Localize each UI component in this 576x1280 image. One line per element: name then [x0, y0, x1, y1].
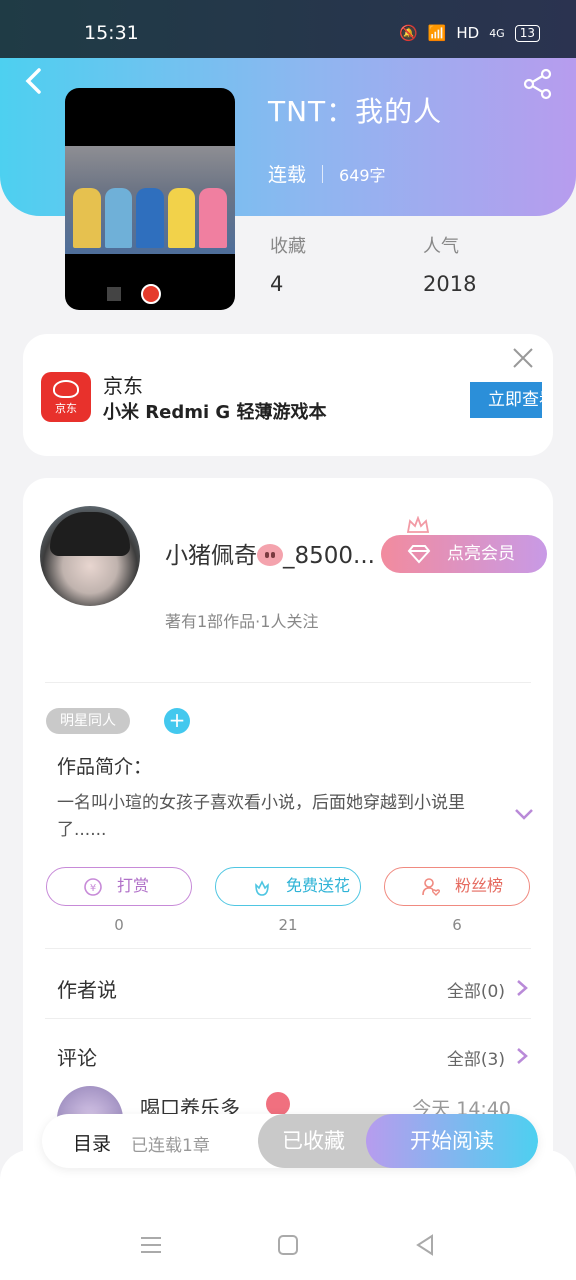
status-icons: 🔕 📶 HD 4G 13	[399, 24, 540, 42]
ad-card[interactable]: 京东 京东 小米 Redmi G 轻薄游戏本 立即查看	[23, 334, 553, 456]
favorites-label: 收藏	[270, 236, 306, 257]
system-nav-bar	[0, 1214, 576, 1280]
cover-figures	[73, 188, 227, 248]
author-says-row[interactable]: 作者说 全部(0)	[57, 974, 529, 1004]
network-type: HD	[456, 24, 480, 42]
close-icon[interactable]	[511, 346, 535, 370]
fan-user-icon	[422, 878, 441, 896]
home-icon[interactable]	[278, 1235, 298, 1255]
menu-icon[interactable]	[141, 1236, 161, 1254]
fans-count: 6	[452, 916, 462, 934]
author-avatar[interactable]	[40, 506, 140, 606]
send-flower-label: 免费送花	[286, 876, 351, 895]
divider	[45, 682, 531, 683]
ad-description: 小米 Redmi G 轻薄游戏本	[103, 402, 327, 423]
fans-ranking-label: 粉丝榜	[455, 876, 504, 895]
vip-button-label: 点亮会员	[447, 544, 515, 564]
cover-gallery-icon	[107, 287, 121, 301]
flower-count: 21	[278, 916, 298, 934]
reward-button[interactable]: ¥ 打赏	[46, 867, 192, 906]
vip-button[interactable]: 点亮会员	[381, 535, 547, 573]
crown-icon	[406, 516, 430, 533]
status-divider	[322, 164, 324, 183]
author-says-all[interactable]: 全部(0)	[447, 977, 505, 1002]
status-bar: 15:31 🔕 📶 HD 4G 13	[0, 0, 576, 60]
back-icon[interactable]	[20, 66, 50, 96]
book-status: 连载	[268, 164, 307, 186]
wifi-icon: 📶	[427, 24, 447, 42]
jd-logo: 京东	[41, 372, 91, 422]
start-reading-button[interactable]: 开始阅读	[366, 1114, 538, 1168]
send-flower-button[interactable]: 免费送花	[215, 867, 361, 906]
fans-ranking-button[interactable]: 粉丝榜	[384, 867, 530, 906]
book-cover[interactable]	[65, 88, 235, 310]
author-meta: 著有1部作品·1人关注	[165, 612, 319, 631]
reward-label: 打赏	[117, 876, 150, 895]
add-tag-button[interactable]: +	[164, 708, 190, 734]
divider	[45, 948, 531, 949]
favorites-stat: 收藏 4	[270, 232, 306, 296]
pig-nose-icon	[257, 544, 283, 566]
intro-title: 作品简介：	[57, 756, 153, 778]
avatar-hat	[50, 512, 130, 556]
popularity-value: 2018	[423, 272, 477, 296]
popularity-label: 人气	[423, 236, 459, 257]
author-name-text: 小猪佩奇	[165, 543, 257, 569]
jd-logo-text: 京东	[55, 402, 77, 415]
vip-badge-icon	[266, 1092, 290, 1116]
intro-text: 一名叫小瑄的女孩子喜欢看小说，后面她穿越到小说里了......	[57, 793, 465, 840]
word-count: 649字	[339, 165, 386, 185]
jd-dog-icon	[53, 380, 79, 398]
popularity-stat: 人气 2018	[423, 232, 476, 296]
signal-type: 4G	[489, 26, 505, 40]
mute-icon: 🔕	[398, 24, 418, 42]
genre-tag[interactable]: 明星同人	[46, 708, 130, 734]
book-status-row: 连载 649字	[268, 160, 386, 187]
status-time: 15:31	[84, 22, 139, 44]
book-detail-card: 小猪佩奇 _8500... 著有1部作品·1人关注 点亮会员 明星同人 + 作品简…	[23, 478, 553, 1198]
share-icon[interactable]	[522, 68, 554, 100]
coin-icon: ¥	[84, 878, 102, 896]
book-title: TNT：我的人	[268, 95, 443, 128]
ad-cta-button[interactable]: 立即查看	[470, 382, 542, 418]
cover-record-icon	[141, 284, 161, 304]
toc-button[interactable]: 目录	[73, 1129, 111, 1156]
comments-row[interactable]: 评论 全部(3)	[57, 1042, 529, 1072]
author-name-suffix: _8500...	[283, 543, 375, 569]
author-name[interactable]: 小猪佩奇 _8500...	[165, 536, 375, 570]
bottom-action-bar: 目录 已连载1章 已收藏 开始阅读	[42, 1114, 538, 1168]
svg-text:¥: ¥	[90, 883, 96, 894]
chevron-right-icon	[517, 980, 528, 996]
chevron-down-icon[interactable]	[513, 806, 535, 822]
battery-icon: 13	[514, 24, 540, 42]
diamond-icon	[407, 545, 431, 564]
author-says-label: 作者说	[57, 978, 117, 1002]
comments-label: 评论	[57, 1046, 97, 1070]
ad-brand: 京东	[103, 374, 143, 398]
toc-status: 已连载1章	[131, 1136, 210, 1156]
divider	[45, 1018, 531, 1019]
chevron-right-icon	[517, 1048, 528, 1064]
reward-count: 0	[114, 916, 124, 934]
favorites-value: 4	[270, 272, 284, 296]
nav-back-icon[interactable]	[414, 1234, 436, 1256]
flower-icon	[255, 880, 269, 896]
comments-all[interactable]: 全部(3)	[447, 1045, 505, 1070]
